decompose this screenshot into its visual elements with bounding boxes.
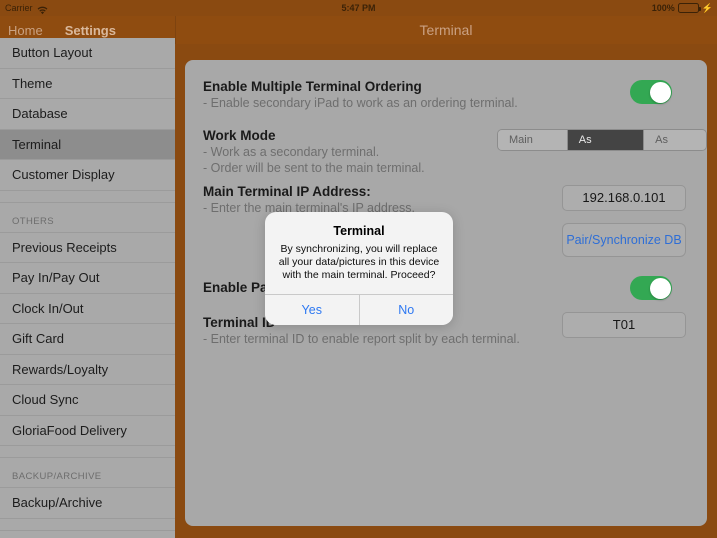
pair-synchronize-db-button[interactable]: Pair/Synchronize DB — [562, 223, 686, 257]
sidebar-spacer-1 — [0, 190, 175, 203]
segment-as-kiosk[interactable]: As Kiosk — [644, 130, 706, 150]
sidebar-item-backup-archive[interactable]: Backup/Archive — [0, 488, 175, 519]
sidebar-item-previous-receipts[interactable]: Previous Receipts — [0, 232, 175, 263]
terminal-id-desc: - Enter terminal ID to enable report spl… — [203, 332, 520, 346]
sidebar-item-gift-card[interactable]: Gift Card — [0, 324, 175, 355]
dialog-yes-button[interactable]: Yes — [265, 295, 360, 325]
main-terminal-ip-title: Main Terminal IP Address: — [203, 184, 371, 199]
enable-payment-toggle[interactable] — [630, 276, 672, 300]
sidebar-item-theme[interactable]: Theme — [0, 68, 175, 99]
sidebar-item-gloriafood-delivery[interactable]: GloriaFood Delivery — [0, 415, 175, 446]
status-bar-time: 5:47 PM — [341, 3, 376, 13]
dialog-button-row: Yes No — [265, 294, 453, 325]
multiple-terminal-ordering-toggle[interactable] — [630, 80, 672, 104]
sidebar-spacer-2 — [0, 446, 175, 458]
sidebar-spacer-3 — [0, 518, 175, 531]
sidebar-item-database[interactable]: Database — [0, 99, 175, 130]
sidebar-section-backup-archive: BACKUP/ARCHIVE — [0, 458, 175, 488]
main-terminal-ip-input[interactable]: 192.168.0.101 — [562, 185, 686, 211]
work-mode-desc-2: - Order will be sent to the main termina… — [203, 161, 425, 175]
status-bar-right: 100% ⚡ — [652, 0, 713, 16]
lightning-bolt-icon: ⚡ — [701, 3, 713, 13]
terminal-sync-alert-dialog: Terminal By synchronizing, you will repl… — [265, 212, 453, 325]
sidebar-item-terminal[interactable]: Terminal — [0, 129, 175, 160]
sidebar-item-cloud-sync[interactable]: Cloud Sync — [0, 385, 175, 416]
dialog-no-button[interactable]: No — [359, 295, 453, 325]
segment-as-terminal[interactable]: As Terminal — [567, 130, 645, 150]
battery-icon — [677, 3, 701, 13]
status-bar: Carrier 5:47 PM 100% ⚡ — [0, 0, 717, 16]
work-mode-segmented-control[interactable]: Main POS As Terminal As Kiosk — [497, 129, 707, 151]
sidebar-item-button-layout[interactable]: Button Layout — [0, 38, 175, 69]
sidebar-item-customer-display[interactable]: Customer Display — [0, 160, 175, 191]
toggle-knob — [649, 81, 671, 103]
segment-main-pos[interactable]: Main POS — [498, 130, 568, 150]
dialog-body: Terminal By synchronizing, you will repl… — [265, 212, 453, 294]
multiple-terminal-ordering-desc: - Enable secondary iPad to work as an or… — [203, 96, 518, 110]
sidebar-item-clock-in-out[interactable]: Clock In/Out — [0, 293, 175, 324]
terminal-id-input[interactable]: T01 — [562, 312, 686, 338]
work-mode-title: Work Mode — [203, 128, 276, 143]
toggle-knob — [649, 277, 671, 299]
setting-row-multiple-terminal-ordering: Enable Multiple Terminal Ordering - Enab… — [203, 79, 518, 110]
dialog-title: Terminal — [333, 224, 385, 238]
battery-percent-label: 100% — [651, 3, 675, 13]
work-mode-desc-1: - Work as a secondary terminal. — [203, 145, 380, 159]
sidebar-item-pay-in-pay-out[interactable]: Pay In/Pay Out — [0, 263, 175, 294]
page-title: Terminal — [419, 22, 473, 38]
sidebar-item-rewards-loyalty[interactable]: Rewards/Loyalty — [0, 354, 175, 385]
nav-home-button[interactable]: Home — [8, 23, 43, 38]
nav-settings-button[interactable]: Settings — [65, 23, 116, 38]
setting-row-work-mode: Work Mode - Work as a secondary terminal… — [203, 128, 425, 175]
setting-row-main-terminal-ip: Main Terminal IP Address: - Enter the ma… — [203, 184, 415, 215]
dialog-message: By synchronizing, you will replace all y… — [278, 243, 440, 281]
sidebar-section-others: OTHERS — [0, 202, 175, 233]
multiple-terminal-ordering-title: Enable Multiple Terminal Ordering — [203, 79, 422, 94]
settings-sidebar[interactable]: Button Layout Theme Database Terminal Cu… — [0, 38, 175, 538]
